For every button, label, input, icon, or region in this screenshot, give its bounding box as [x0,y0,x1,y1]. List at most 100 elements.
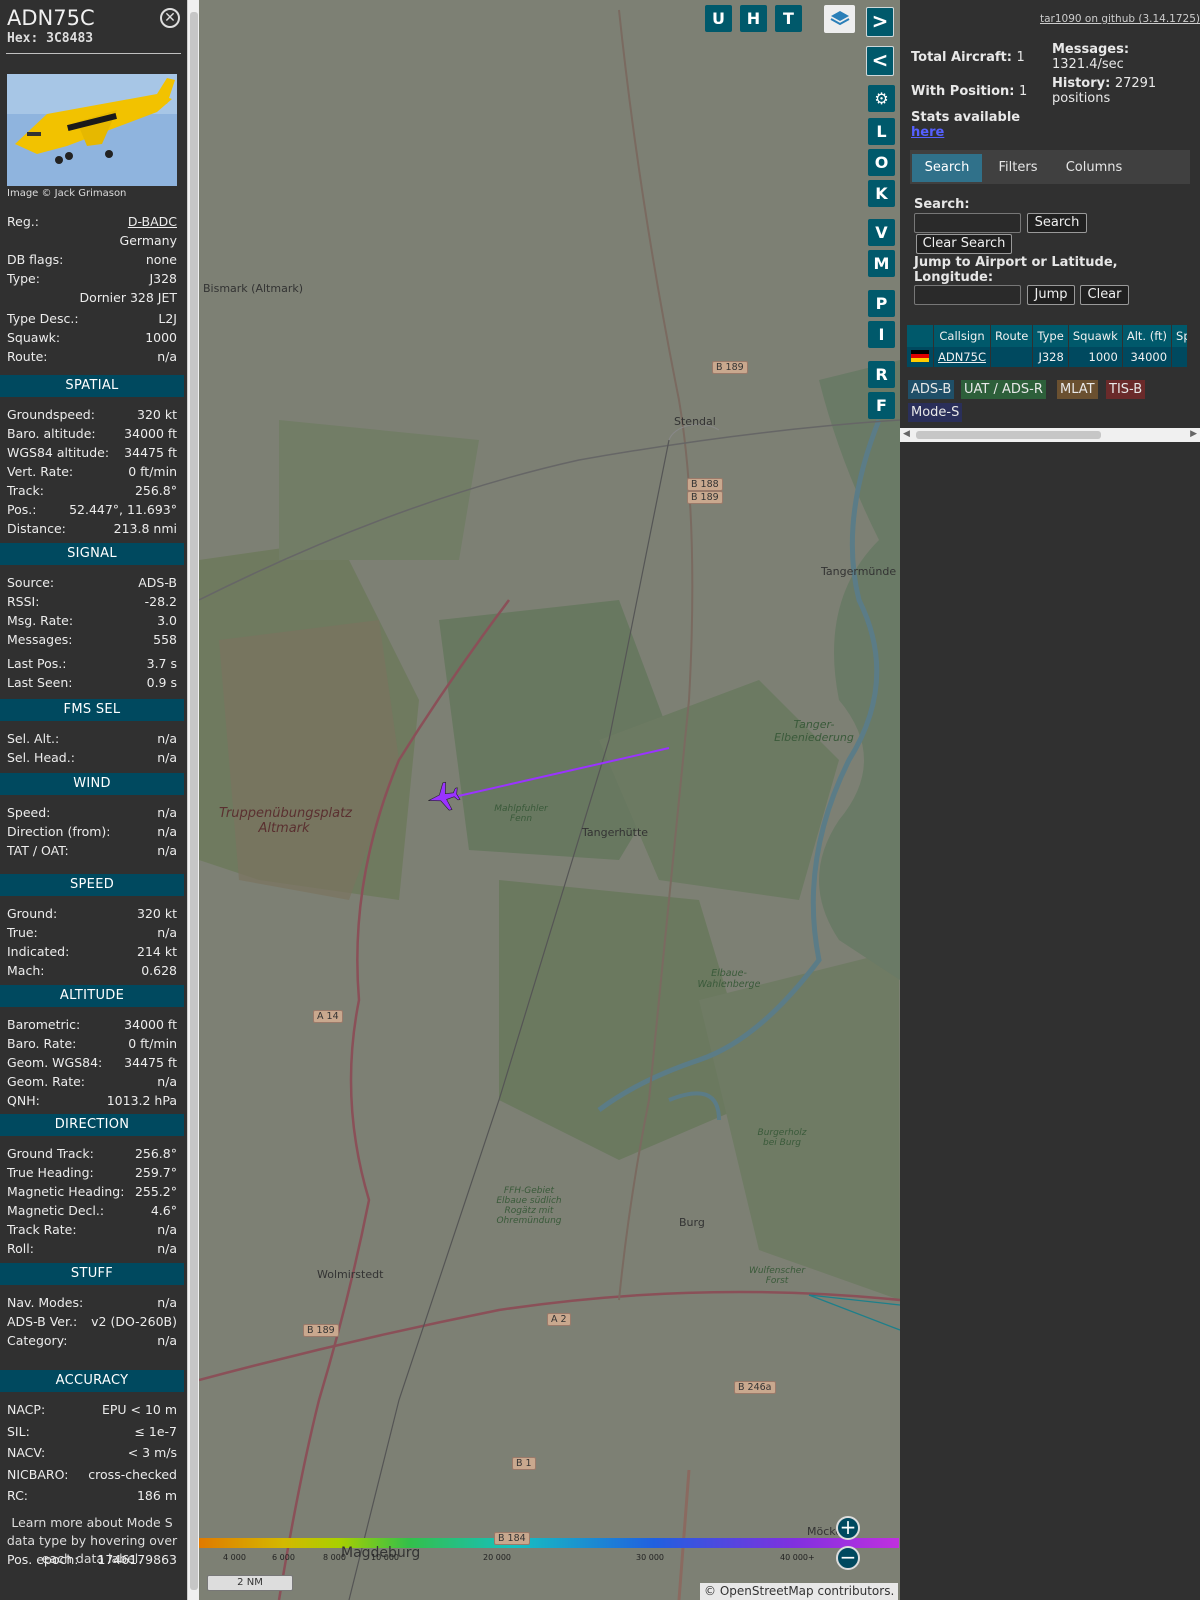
detail-label[interactable]: True Heading: [7,1164,94,1182]
detail-label[interactable]: Category: [7,1332,67,1350]
sidebar-scrollbar-thumb[interactable] [190,12,198,1590]
detail-label[interactable]: Baro. Rate: [7,1035,76,1053]
detail-label[interactable]: Magnetic Decl.: [7,1202,104,1220]
scroll-left-icon[interactable]: ◀ [903,429,910,439]
map-button-k[interactable]: K [868,180,895,207]
section-header-signal[interactable]: SIGNAL [0,543,184,565]
detail-label[interactable]: Barometric: [7,1016,80,1034]
map-button-h[interactable]: H [740,5,767,32]
zoom-out-button[interactable]: − [836,1546,860,1570]
github-link[interactable]: tar1090 on github (3.14.1725) [1040,13,1200,25]
detail-label[interactable]: Geom. Rate: [7,1073,85,1091]
table-horizontal-scrollbar[interactable]: ◀ ▶ [900,428,1200,442]
sidebar-scrollbar[interactable] [187,0,199,1600]
aircraft-photo[interactable] [7,74,177,186]
detail-label[interactable]: Distance: [7,520,66,538]
column-header-squawk[interactable]: Squawk [1068,325,1123,347]
map-button-v[interactable]: V [868,219,895,246]
scroll-right-icon[interactable]: ▶ [1190,429,1197,439]
detail-label[interactable]: Track Rate: [7,1221,77,1239]
detail-label[interactable]: Roll: [7,1240,34,1258]
map-view[interactable]: Bismark (Altmark) Stendal Tangermünde Ta… [199,0,900,1600]
tab-filters[interactable]: Filters [986,154,1050,182]
detail-label[interactable]: TAT / OAT: [7,842,69,860]
map-button-f[interactable]: F [868,392,895,419]
detail-label[interactable]: Sel. Alt.: [7,730,59,748]
section-header-speed[interactable]: SPEED [0,874,184,896]
map-button-i[interactable]: I [868,321,895,348]
legend-adsb[interactable]: ADS-B [908,380,955,399]
map-button-u[interactable]: U [705,5,732,32]
legend-mlat[interactable]: MLAT [1057,380,1098,399]
zoom-in-button[interactable]: + [836,1516,860,1540]
section-header-direction[interactable]: DIRECTION [0,1114,184,1136]
registration-link[interactable]: D-BADC [128,213,177,231]
detail-label[interactable]: ADS-B Ver.: [7,1313,77,1331]
detail-label[interactable]: Last Seen: [7,674,72,692]
scrollbar-thumb[interactable] [916,431,1101,439]
collapse-left-button[interactable]: < [866,46,894,76]
detail-label[interactable]: Ground: [7,905,57,923]
detail-label[interactable]: NACV: [7,1444,45,1462]
detail-label[interactable]: Msg. Rate: [7,612,73,630]
detail-label[interactable]: Groundspeed: [7,406,95,424]
detail-label[interactable]: True: [7,924,38,942]
section-header-spatial[interactable]: SPATIAL [0,375,184,397]
column-header-altitude[interactable]: Alt. (ft) [1122,325,1173,347]
legend-tisb[interactable]: TIS-B [1106,380,1146,399]
legend-modes[interactable]: Mode-S [908,403,963,422]
detail-label[interactable]: RC: [7,1487,28,1505]
jump-input[interactable] [914,285,1021,305]
search-button[interactable]: Search [1027,213,1087,233]
detail-label[interactable]: Pos.: [7,501,36,519]
map-button-p[interactable]: P [868,290,895,317]
layers-button[interactable] [824,5,855,33]
detail-label[interactable]: Baro. altitude: [7,425,96,443]
close-icon[interactable]: ✕ [160,8,180,28]
detail-label[interactable]: Ground Track: [7,1145,94,1163]
clear-button[interactable]: Clear [1080,285,1129,305]
map-button-l[interactable]: L [868,118,895,145]
detail-label[interactable]: Vert. Rate: [7,463,73,481]
clear-search-button[interactable]: Clear Search [916,234,1012,254]
detail-label[interactable]: Mach: [7,962,44,980]
detail-label[interactable]: SIL: [7,1423,30,1441]
detail-label[interactable]: Track: [7,482,44,500]
detail-label[interactable]: Geom. WGS84: [7,1054,102,1072]
map-button-t[interactable]: T [775,5,802,32]
expand-right-button[interactable]: > [866,7,894,37]
detail-label[interactable]: NICBARO: [7,1466,68,1484]
map-button-o[interactable]: O [868,149,895,176]
legend-uat[interactable]: UAT / ADS-R [961,380,1046,399]
section-header-stuff[interactable]: STUFF [0,1263,184,1285]
detail-label[interactable]: Last Pos.: [7,655,66,673]
detail-label[interactable]: RSSI: [7,593,39,611]
map-button-r[interactable]: R [868,361,895,388]
detail-label[interactable]: QNH: [7,1092,40,1110]
section-header-accuracy[interactable]: ACCURACY [0,1370,184,1392]
tab-search[interactable]: Search [912,154,982,182]
settings-button[interactable]: ⚙ [868,85,895,112]
stats-link[interactable]: here [911,125,944,140]
section-header-altitude[interactable]: ALTITUDE [0,985,184,1007]
detail-label[interactable]: Sel. Head.: [7,749,75,767]
column-header-route[interactable]: Route [990,325,1034,347]
row-callsign[interactable]: ADN75C [933,347,991,367]
detail-label[interactable]: NACP: [7,1401,45,1419]
section-header-wind[interactable]: WIND [0,773,184,795]
detail-label[interactable]: WGS84 altitude: [7,444,109,462]
tab-columns[interactable]: Columns [1055,154,1133,182]
column-header-type[interactable]: Type [1032,325,1069,347]
detail-label[interactable]: Messages: [7,631,73,649]
search-input[interactable] [914,213,1021,233]
detail-label[interactable]: Nav. Modes: [7,1294,83,1312]
map-button-m[interactable]: M [868,250,895,277]
detail-label[interactable]: Magnetic Heading: [7,1183,124,1201]
jump-button[interactable]: Jump [1027,285,1075,305]
detail-label[interactable]: Direction (from): [7,823,111,841]
detail-label[interactable]: Source: [7,574,54,592]
column-header-callsign[interactable]: Callsign [933,325,991,347]
detail-label[interactable]: Speed: [7,804,50,822]
section-header-fms-sel[interactable]: FMS SEL [0,699,184,721]
detail-label[interactable]: Indicated: [7,943,69,961]
